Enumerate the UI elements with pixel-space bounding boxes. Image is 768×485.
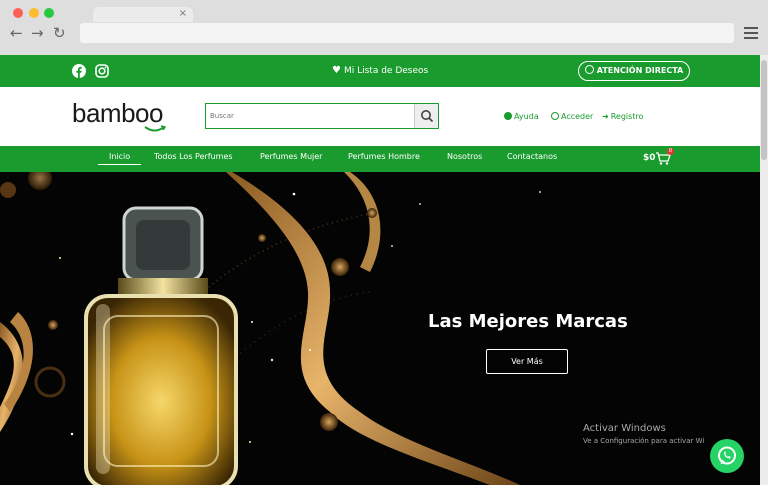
search-box bbox=[205, 103, 439, 129]
nav-item-contactanos[interactable]: Contactanos bbox=[507, 152, 557, 162]
wishlist-label: Mi Lista de Deseos bbox=[343, 66, 429, 76]
search-input[interactable] bbox=[206, 104, 414, 128]
help-link[interactable]: Ayuda bbox=[504, 112, 539, 122]
whatsapp-icon bbox=[718, 446, 736, 465]
cart-count-badge: 0 bbox=[667, 148, 674, 155]
facebook-icon[interactable] bbox=[72, 64, 86, 78]
nav-item-perfumes-mujer[interactable]: Perfumes Mujer bbox=[260, 152, 322, 162]
register-link[interactable]: ➜ Registro bbox=[602, 112, 643, 122]
maximize-window-button[interactable] bbox=[44, 8, 54, 18]
ver-mas-button[interactable]: Ver Más bbox=[486, 349, 568, 374]
reload-icon[interactable]: ↻ bbox=[53, 25, 66, 41]
user-icon bbox=[551, 112, 559, 120]
activation-watermark: Activar Windows Ve a Configuración para … bbox=[583, 423, 704, 447]
nav-item-todos-los-perfumes[interactable]: Todos Los Perfumes bbox=[154, 152, 233, 162]
login-link[interactable]: Acceder bbox=[551, 112, 593, 122]
menu-icon[interactable] bbox=[744, 27, 758, 39]
tab-close-icon[interactable]: × bbox=[179, 8, 187, 20]
logo-smile-icon bbox=[144, 125, 166, 132]
browser-tab[interactable]: × bbox=[93, 7, 193, 22]
address-bar[interactable] bbox=[80, 23, 734, 43]
nav-item-nosotros[interactable]: Nosotros bbox=[447, 152, 482, 162]
page-scrollbar[interactable] bbox=[760, 55, 768, 485]
cart-total[interactable]: $0 bbox=[643, 153, 656, 164]
sign-in-icon: ➜ bbox=[602, 112, 609, 121]
top-bar: ♥ Mi Lista de Deseos ATENCIÓN DIRECTA bbox=[0, 55, 760, 87]
scrollbar-thumb[interactable] bbox=[761, 60, 767, 160]
activation-title: Activar Windows bbox=[583, 423, 666, 434]
search-button[interactable] bbox=[414, 104, 438, 128]
page-viewport: ♥ Mi Lista de Deseos ATENCIÓN DIRECTA bam… bbox=[0, 55, 760, 485]
browser-chrome: × ← → ↻ bbox=[0, 0, 768, 55]
login-label: Acceder bbox=[561, 112, 594, 121]
hero-title: Las Mejores Marcas bbox=[428, 311, 628, 332]
heart-icon: ♥ bbox=[332, 65, 341, 76]
register-label: Registro bbox=[610, 112, 644, 121]
logo[interactable]: bamboo bbox=[72, 99, 163, 127]
search-icon bbox=[421, 110, 434, 123]
forward-icon[interactable]: → bbox=[31, 25, 44, 41]
main-nav: Inicio Todos Los Perfumes Perfumes Mujer… bbox=[0, 146, 760, 172]
activation-subtitle: Ve a Configuración para activar Wi bbox=[583, 437, 705, 445]
whatsapp-icon bbox=[584, 65, 594, 74]
help-icon bbox=[504, 112, 512, 120]
whatsapp-float-button[interactable] bbox=[710, 439, 744, 473]
site-header: bamboo Ayuda Acceder ➜Registro bbox=[0, 87, 760, 146]
nav-item-inicio[interactable]: Inicio bbox=[98, 152, 142, 165]
nav-item-perfumes-hombre[interactable]: Perfumes Hombre bbox=[348, 152, 420, 162]
attention-button[interactable]: ATENCIÓN DIRECTA bbox=[578, 61, 690, 81]
close-window-button[interactable] bbox=[13, 8, 23, 18]
instagram-icon[interactable] bbox=[95, 64, 109, 78]
help-label: Ayuda bbox=[514, 112, 539, 121]
wishlist-link[interactable]: ♥ Mi Lista de Deseos bbox=[332, 65, 428, 77]
minimize-window-button[interactable] bbox=[29, 8, 39, 18]
back-icon[interactable]: ← bbox=[10, 25, 23, 41]
hero-banner: Las Mejores Marcas Ver Más Activar Windo… bbox=[0, 172, 760, 485]
attention-label: ATENCIÓN DIRECTA bbox=[596, 66, 684, 75]
